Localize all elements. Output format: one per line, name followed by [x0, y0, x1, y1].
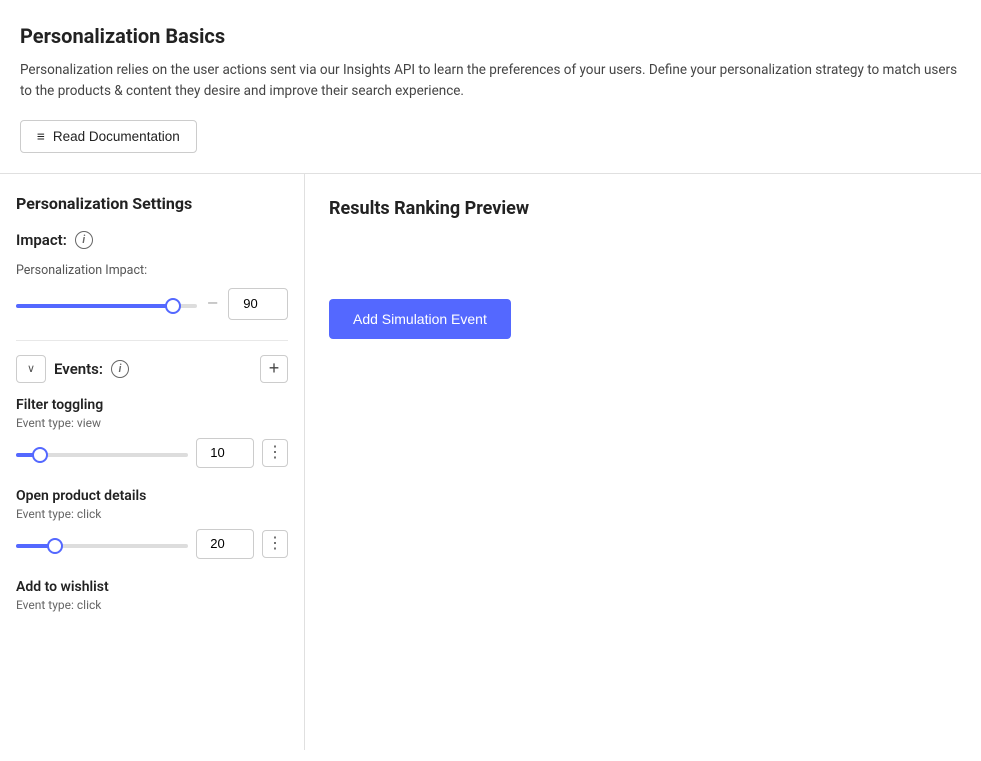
event-slider-row-open-product: ⋮	[16, 529, 288, 559]
event-kebab-filter[interactable]: ⋮	[262, 439, 288, 467]
event-slider-container-open-product	[16, 536, 188, 552]
impact-label: Impact:	[16, 231, 67, 249]
events-dropdown-button[interactable]: ∨	[16, 355, 46, 383]
event-name-open-product: Open product details	[16, 488, 288, 504]
event-type-open-product: Event type: click	[16, 507, 288, 521]
event-type-wishlist: Event type: click	[16, 598, 288, 612]
events-label: Events:	[54, 360, 103, 378]
right-panel: Results Ranking Preview Add Simulation E…	[305, 174, 981, 750]
impact-info-icon[interactable]: i	[75, 231, 93, 249]
menu-lines-icon: ≡	[37, 129, 45, 144]
settings-section-title: Personalization Settings	[16, 194, 288, 213]
event-item-wishlist: Add to wishlist Event type: click	[16, 579, 288, 612]
event-number-filter[interactable]	[196, 438, 254, 468]
kebab-icon-open-product: ⋮	[267, 536, 283, 552]
chevron-down-icon: ∨	[27, 362, 35, 375]
event-kebab-open-product[interactable]: ⋮	[262, 530, 288, 558]
top-section: Personalization Basics Personalization r…	[0, 0, 981, 174]
add-event-button[interactable]: +	[260, 355, 288, 383]
event-name-wishlist: Add to wishlist	[16, 579, 288, 595]
impact-number-input[interactable]	[228, 288, 288, 320]
add-simulation-event-button[interactable]: Add Simulation Event	[329, 299, 511, 339]
event-number-open-product[interactable]	[196, 529, 254, 559]
event-slider-container-filter	[16, 445, 188, 461]
read-docs-button[interactable]: ≡ Read Documentation	[20, 120, 197, 153]
impact-slider-container	[16, 296, 197, 312]
impact-slider-row: —	[16, 288, 288, 320]
event-name-filter: Filter toggling	[16, 397, 288, 413]
event-item-open-product: Open product details Event type: click ⋮	[16, 488, 288, 559]
event-slider-filter[interactable]	[16, 453, 188, 457]
dash-separator: —	[207, 296, 218, 312]
event-type-filter: Event type: view	[16, 416, 288, 430]
results-ranking-title: Results Ranking Preview	[329, 198, 957, 219]
kebab-icon-filter: ⋮	[267, 445, 283, 461]
event-item-filter-toggling: Filter toggling Event type: view ⋮	[16, 397, 288, 468]
impact-row: Impact: i	[16, 231, 288, 249]
page-title: Personalization Basics	[20, 24, 961, 48]
read-docs-label: Read Documentation	[53, 129, 180, 144]
personalization-impact-label: Personalization Impact:	[16, 263, 288, 278]
plus-icon: +	[269, 358, 280, 379]
events-left: ∨ Events: i	[16, 355, 129, 383]
event-slider-row-filter: ⋮	[16, 438, 288, 468]
events-info-icon[interactable]: i	[111, 360, 129, 378]
events-header: ∨ Events: i +	[16, 355, 288, 383]
event-slider-open-product[interactable]	[16, 544, 188, 548]
main-layout: Personalization Settings Impact: i Perso…	[0, 174, 981, 750]
impact-slider[interactable]	[16, 304, 197, 308]
page-description: Personalization relies on the user actio…	[20, 60, 960, 102]
left-panel: Personalization Settings Impact: i Perso…	[0, 174, 305, 750]
divider	[16, 340, 288, 341]
